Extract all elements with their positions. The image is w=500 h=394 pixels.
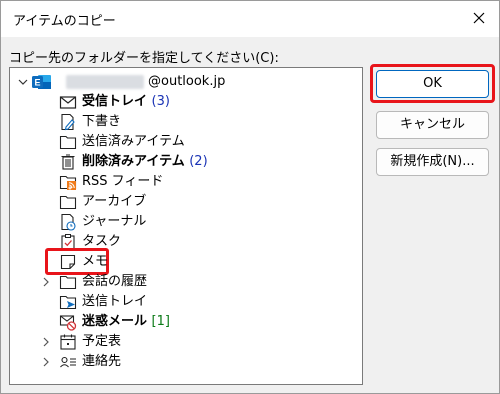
tree-item-contacts[interactable]: 連絡先 xyxy=(10,352,362,372)
chevron-right-icon[interactable] xyxy=(39,334,53,350)
close-button[interactable] xyxy=(463,3,495,33)
dialog-title: アイテムのコピー xyxy=(13,14,116,29)
tree-item-outbox[interactable]: 送信トレイ xyxy=(10,292,362,312)
account-label: @outlook.jp xyxy=(148,74,226,89)
tree-item-rss[interactable]: RSS フィード xyxy=(10,172,362,192)
folder-icon xyxy=(59,273,77,291)
tree-item-conversation-history[interactable]: 会話の履歴 xyxy=(10,272,362,292)
inbox-icon xyxy=(59,93,77,111)
calendar-icon xyxy=(59,333,77,351)
tree-item-label: 受信トレイ (3) xyxy=(82,94,170,109)
tree-item-calendar[interactable]: 予定表 xyxy=(10,332,362,352)
tree-item-label: 下書き xyxy=(82,114,122,129)
notes-icon xyxy=(59,253,77,271)
tree-item-label: 削除済みアイテム (2) xyxy=(82,154,208,169)
folder-icon xyxy=(59,133,77,151)
unread-count: (3) xyxy=(151,94,170,109)
unread-count: [1] xyxy=(151,314,170,329)
tree-item-label: ジャーナル xyxy=(82,214,147,229)
close-icon xyxy=(473,12,485,24)
title-bar: アイテムのコピー xyxy=(1,1,499,37)
ok-button[interactable]: OK xyxy=(376,70,489,98)
rss-icon xyxy=(59,173,77,191)
blurred-account-name xyxy=(66,75,144,89)
tree-item-label: 送信トレイ xyxy=(82,294,148,309)
chevron-right-icon[interactable] xyxy=(39,354,53,370)
tree-item-notes[interactable]: メモ xyxy=(10,252,362,272)
junk-mail-icon xyxy=(59,313,77,331)
trash-icon xyxy=(59,153,77,171)
tree-item-drafts[interactable]: 下書き xyxy=(10,112,362,132)
tree-item-archive[interactable]: アーカイブ xyxy=(10,192,362,212)
tree-item-label: アーカイブ xyxy=(82,194,147,209)
tree-item-label: 予定表 xyxy=(82,334,122,349)
folder-tree[interactable]: E @outlook.jp 受信トレイ (3) 下書き 送信済みアイテム 削除済… xyxy=(9,67,363,385)
copy-items-dialog: アイテムのコピー コピー先のフォルダーを指定してください(C): E @outl… xyxy=(0,0,500,394)
tree-item-label: 迷惑メール [1] xyxy=(82,314,170,329)
tree-item-junk[interactable]: 迷惑メール [1] xyxy=(10,312,362,332)
destination-folder-label: コピー先のフォルダーを指定してください(C): xyxy=(9,51,279,66)
tree-item-label: 会話の履歴 xyxy=(82,274,148,289)
tree-item-label: メモ xyxy=(82,254,109,269)
new-folder-button[interactable]: 新規作成(N)... xyxy=(376,148,489,176)
folder-icon xyxy=(59,193,77,211)
tree-item-label: RSS フィード xyxy=(82,174,164,189)
tree-item-label: 送信済みアイテム xyxy=(82,134,185,149)
chevron-right-icon[interactable] xyxy=(39,274,53,290)
svg-text:E: E xyxy=(34,78,40,88)
tree-item-account[interactable]: E @outlook.jp xyxy=(10,72,362,92)
drafts-icon xyxy=(59,113,77,131)
tree-item-journal[interactable]: ジャーナル xyxy=(10,212,362,232)
tree-item-inbox[interactable]: 受信トレイ (3) xyxy=(10,92,362,112)
cancel-button[interactable]: キャンセル xyxy=(376,111,489,139)
tree-item-label: 連絡先 xyxy=(82,354,122,369)
outlook-account-icon: E xyxy=(32,73,51,91)
journal-icon xyxy=(59,213,77,231)
chevron-down-icon[interactable] xyxy=(16,74,30,90)
contacts-icon xyxy=(59,353,77,371)
tree-item-deleted[interactable]: 削除済みアイテム (2) xyxy=(10,152,362,172)
tree-item-sent[interactable]: 送信済みアイテム xyxy=(10,132,362,152)
unread-count: (2) xyxy=(189,154,208,169)
outbox-icon xyxy=(59,293,77,311)
